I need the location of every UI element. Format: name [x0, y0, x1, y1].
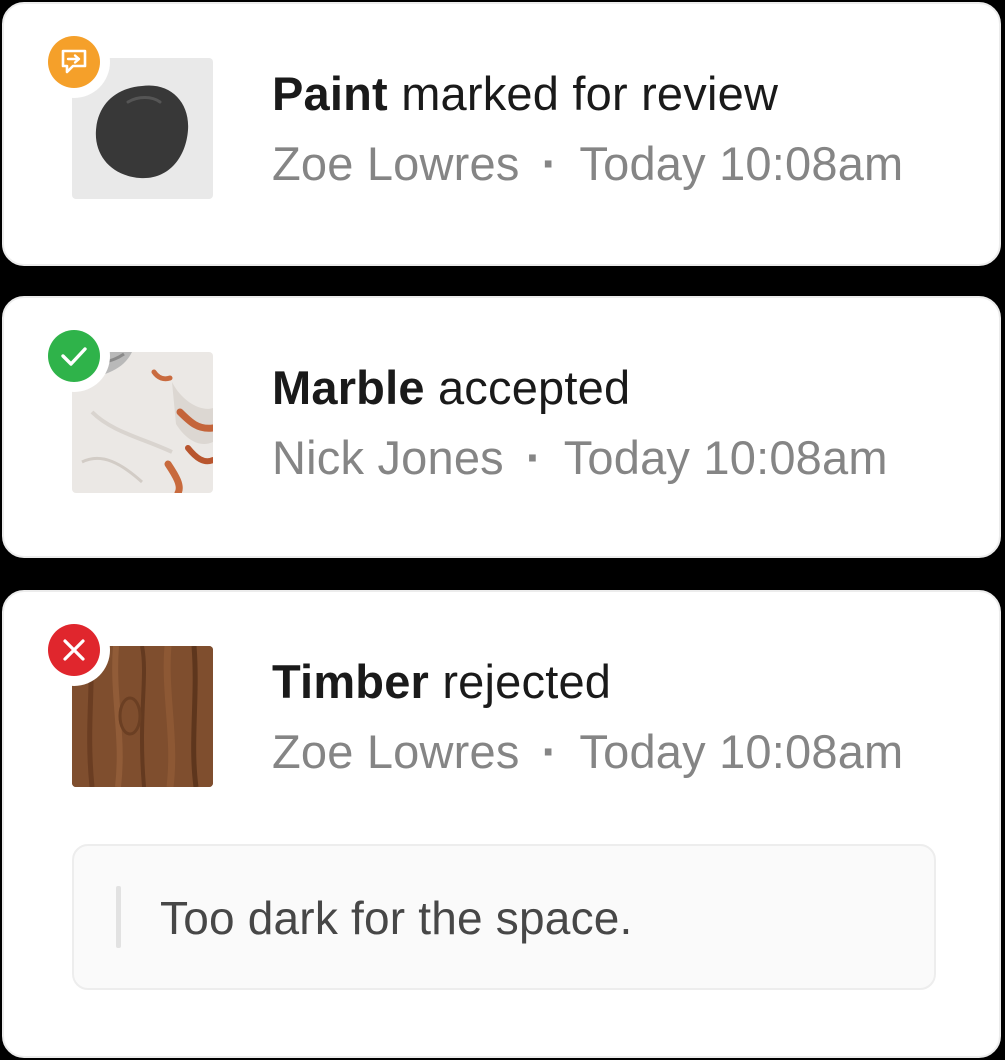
status-badge-rejected	[38, 614, 110, 686]
close-icon	[48, 624, 100, 676]
status-badge-accepted	[38, 320, 110, 392]
user-name: Nick Jones	[272, 431, 504, 484]
activity-title: Timber rejected	[272, 654, 611, 710]
comment-text: Too dark for the space.	[160, 892, 633, 944]
material-name: Timber	[272, 655, 430, 708]
meta-separator: ·	[541, 137, 558, 190]
timestamp: Today 10:08am	[579, 137, 904, 190]
timestamp: Today 10:08am	[563, 431, 888, 484]
material-name: Marble	[272, 361, 425, 414]
meta-separator: ·	[541, 725, 558, 778]
activity-action: accepted	[437, 361, 631, 414]
activity-meta: Nick Jones · Today 10:08am	[272, 430, 888, 486]
activity-meta: Zoe Lowres · Today 10:08am	[272, 136, 903, 192]
check-icon	[48, 330, 100, 382]
review-chat-icon	[48, 36, 100, 88]
status-badge-review	[38, 26, 110, 98]
quote-bar	[116, 886, 121, 948]
activity-title: Marble accepted	[272, 360, 630, 416]
activity-action: rejected	[442, 655, 612, 708]
activity-meta: Zoe Lowres · Today 10:08am	[272, 724, 903, 780]
activity-card-timber[interactable]: Timber rejected Zoe Lowres · Today 10:08am…	[2, 590, 1001, 1058]
user-name: Zoe Lowres	[272, 137, 520, 190]
activity-action: marked for review	[401, 67, 779, 120]
timestamp: Today 10:08am	[579, 725, 904, 778]
activity-card-marble[interactable]: Marble accepted Nick Jones · Today 10:08am	[2, 296, 1001, 558]
user-name: Zoe Lowres	[272, 725, 520, 778]
activity-title: Paint marked for review	[272, 66, 778, 122]
activity-card-paint[interactable]: Paint marked for review Zoe Lowres · Today…	[2, 2, 1001, 266]
rejection-comment: Too dark for the space.	[72, 844, 936, 990]
material-name: Paint	[272, 67, 388, 120]
meta-separator: ·	[525, 431, 542, 484]
